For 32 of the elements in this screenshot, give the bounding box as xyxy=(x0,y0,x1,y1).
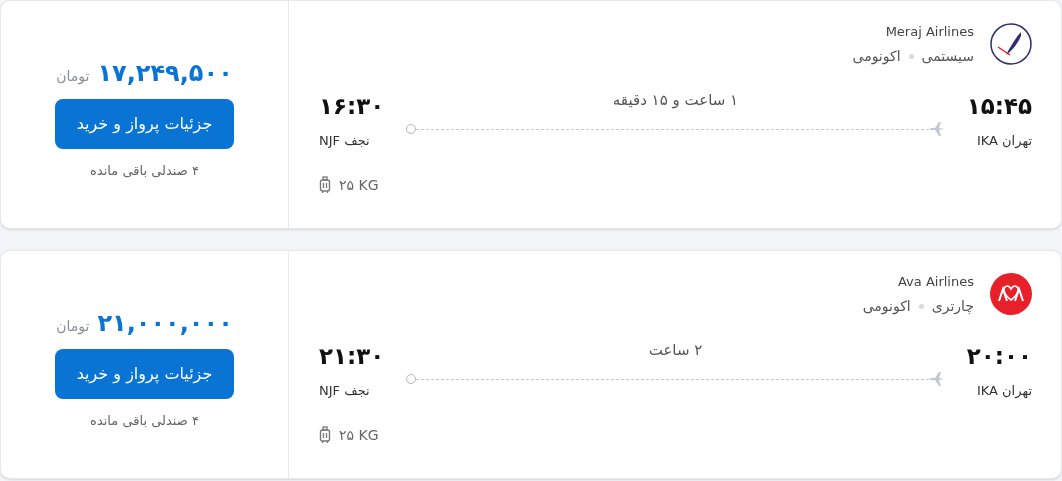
seats-left: ۴ صندلی باقی مانده xyxy=(90,412,199,430)
arrival-city: نجف NJF xyxy=(319,132,370,150)
luggage-icon xyxy=(319,426,331,444)
departure-city: تهران IKA xyxy=(976,382,1032,400)
flight-duration: ۲ ساعت xyxy=(648,339,703,361)
seats-left: ۴ صندلی باقی مانده xyxy=(90,162,199,180)
airline-name: Ava Airlines xyxy=(898,273,974,291)
luggage-icon xyxy=(319,176,331,194)
cabin-class: اکونومی xyxy=(862,296,911,317)
airline-logo-icon xyxy=(990,273,1032,316)
currency-label: تومان xyxy=(56,317,90,337)
flight-type: سیستمی xyxy=(921,46,974,66)
flight-duration: ۱ ساعت و ۱۵ دقیقه xyxy=(612,89,739,111)
price: ۲۱,۰۰۰,۰۰۰ xyxy=(97,308,233,339)
airline-name: Meraj Airlines xyxy=(885,23,974,41)
arrival-time: ۱۶:۳۰ xyxy=(319,91,385,121)
airplane-icon xyxy=(928,121,945,137)
baggage-allowance: ۲۵ KG xyxy=(339,175,379,195)
airline-logo-icon xyxy=(990,23,1032,66)
flight-type: چارتری xyxy=(931,296,974,317)
departure-city: تهران IKA xyxy=(976,132,1032,150)
departure-time: ۱۵:۴۵ xyxy=(966,91,1032,121)
cabin-class: اکونومی xyxy=(852,46,901,67)
arrival-city: نجف NJF xyxy=(319,382,370,400)
price: ۱۷,۲۴۹,۵۰۰ xyxy=(97,58,233,89)
arrival-time: ۲۱:۳۰ xyxy=(319,341,385,371)
currency-label: تومان xyxy=(56,67,90,87)
airplane-icon xyxy=(928,371,945,387)
details-and-buy-button[interactable]: جزئیات پرواز و خرید xyxy=(55,99,234,149)
departure-time: ۲۰:۰۰ xyxy=(966,341,1032,371)
details-and-buy-button[interactable]: جزئیات پرواز و خرید xyxy=(55,349,234,399)
baggage-allowance: ۲۵ KG xyxy=(339,425,379,445)
